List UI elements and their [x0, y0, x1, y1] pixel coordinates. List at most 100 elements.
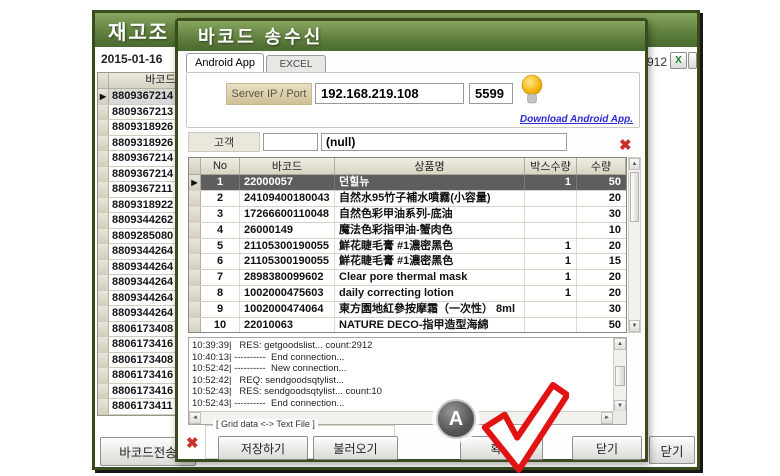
cell-qty: 50: [608, 176, 621, 188]
scroll-right-icon[interactable]: ►: [601, 412, 613, 424]
product-grid-header: No 바코드 상품명 박스수량 수량: [189, 158, 626, 175]
download-android-app-link[interactable]: Download Android App.: [520, 114, 633, 125]
inventory-window-title: 재고조: [108, 21, 170, 44]
scrollbar-corner: [613, 411, 626, 424]
tab-excel[interactable]: EXCEL: [266, 55, 326, 72]
cell-qty: 15: [608, 255, 621, 268]
cell-qty: 20: [608, 191, 621, 204]
cell-box-qty: [525, 190, 577, 206]
column-header-barcode: 바코드: [240, 158, 335, 174]
product-row[interactable]: 10 22010063 NATURE DECO-指甲造型海綿 50: [189, 318, 626, 332]
cell-barcode: 26000149: [240, 222, 335, 238]
cell-barcode: 17266600110048: [240, 206, 335, 222]
cell-barcode: 2898380099602: [240, 270, 335, 286]
product-row[interactable]: 3 17266600110048 自然色彩甲油系列-底油 30: [189, 206, 626, 223]
row-selector-cell: [98, 104, 109, 119]
server-ip-port-label: Server IP / Port: [226, 83, 312, 105]
grid-data-file-group-label: [ Grid data <-> Text File ]: [213, 419, 318, 429]
product-grid-scrollbar[interactable]: ▲ ▼: [628, 157, 641, 333]
log-vertical-scrollbar[interactable]: ▲ ▼: [613, 338, 626, 412]
row-selector-cell: [98, 383, 109, 398]
row-selector-cell: [98, 337, 109, 352]
cell-qty: 20: [608, 271, 621, 284]
dialog-title: 바코드 송수신: [198, 27, 324, 47]
scroll-down-icon[interactable]: ▼: [629, 320, 640, 332]
row-selector-cell: [98, 213, 109, 228]
cell-qty: 30: [608, 303, 621, 316]
customer-code-input[interactable]: [263, 133, 318, 151]
row-selector-cell: [98, 275, 109, 290]
server-ip-input[interactable]: [315, 83, 464, 104]
cell-no: 7: [201, 270, 240, 286]
cell-barcode: 21105300190055: [240, 238, 335, 254]
server-settings-group: Server IP / Port Download Android App.: [186, 72, 640, 128]
row-selector-header-cell: [98, 73, 109, 88]
cell-barcode: 22000057: [240, 175, 335, 190]
cell-product-name: 鮮花睫毛膏 #1濃密黑色: [335, 238, 525, 254]
cell-box-qty: [525, 222, 577, 238]
product-row[interactable]: 7 2898380099602 Clear pore thermal mask 1 20: [189, 270, 626, 287]
cell-box-qty: [525, 302, 577, 318]
row-selector-cell: [189, 270, 201, 286]
customer-name-input[interactable]: [321, 133, 567, 151]
row-selector-cell: [98, 151, 109, 166]
product-row[interactable]: 9 1002000474064 東方園地紅參按摩霜（一次性） 8ml 30: [189, 302, 626, 319]
cell-barcode: 22010063: [240, 318, 335, 332]
customer-label: 고객: [188, 132, 260, 152]
cell-qty: 30: [608, 207, 621, 220]
scrollbar-thumb[interactable]: [615, 366, 625, 386]
row-selector-cell: [189, 286, 201, 302]
row-selector-cell: [98, 135, 109, 150]
product-row[interactable]: ▶ 1 22000057 던힐뉴 1 50: [189, 175, 626, 191]
scroll-left-icon[interactable]: ◄: [189, 412, 201, 424]
cell-no: 10: [201, 318, 240, 332]
product-row[interactable]: 2 24109400180043 自然水95竹子補水噴霧(小容量) 20: [189, 190, 626, 207]
load-button[interactable]: 불러오기: [313, 436, 398, 460]
cell-product-name: 東方園地紅參按摩霜（一次性） 8ml: [335, 302, 525, 318]
cell-box-qty: 1: [525, 270, 577, 286]
cell-product-name: 던힐뉴: [335, 175, 525, 190]
tab-android-app[interactable]: Android App: [186, 53, 264, 72]
cell-no: 1: [201, 175, 240, 190]
clear-file-icon[interactable]: ✖: [186, 436, 199, 451]
row-selector-cell: [98, 244, 109, 259]
cell-barcode: 24109400180043: [240, 190, 335, 206]
dialog-titlebar[interactable]: 바코드 송수신: [178, 21, 645, 51]
cell-box-qty: [525, 318, 577, 332]
dialog-content: Android App EXCEL Server IP / Port Downl…: [178, 51, 645, 460]
inventory-close-button[interactable]: 닫기: [649, 436, 695, 464]
inventory-date-label: 2015-01-16: [101, 52, 163, 66]
barcode-transfer-dialog: 바코드 송수신 Android App EXCEL Server IP / Po…: [175, 18, 648, 462]
clear-grid-icon[interactable]: ✖: [619, 138, 632, 153]
cell-qty: 50: [608, 319, 621, 332]
scroll-up-icon[interactable]: ▲: [629, 158, 640, 170]
product-row[interactable]: 6 21105300190055 鮮花睫毛膏 #1濃密黑色 1 15: [189, 254, 626, 271]
row-selector-cell: [98, 166, 109, 181]
row-selector-cell: [189, 302, 201, 318]
save-button[interactable]: 저장하기: [218, 436, 308, 460]
cell-no: 2: [201, 190, 240, 206]
server-port-input[interactable]: [469, 83, 513, 104]
row-selector-cell: [98, 120, 109, 135]
scroll-up-icon[interactable]: ▲: [614, 338, 626, 350]
product-row[interactable]: 4 26000149 魔法色彩指甲油-蟹肉色 10: [189, 222, 626, 239]
log-line: 10:39:39| RES: getgoodslist... count:291…: [192, 340, 373, 351]
cell-no: 4: [201, 222, 240, 238]
excel-export-icon[interactable]: X: [670, 52, 687, 69]
dialog-close-button[interactable]: 닫기: [572, 436, 642, 460]
product-row[interactable]: 5 21105300190055 鮮花睫毛膏 #1濃密黑色 1 20: [189, 238, 626, 255]
row-selector-cell: [98, 290, 109, 305]
row-selector-cell: ▶: [98, 89, 109, 104]
column-header-selector: [189, 158, 201, 174]
product-grid: No 바코드 상품명 박스수량 수량 ▶ 1 22000057 던힐뉴 1 50 2 24109400…: [188, 157, 627, 333]
cell-product-name: Clear pore thermal mask: [335, 270, 525, 286]
product-row[interactable]: 8 1002000475603 daily correcting lotion 1 20: [189, 286, 626, 303]
cell-box-qty: 1: [525, 175, 577, 190]
column-header-box: 박스수량: [525, 158, 577, 174]
row-selector-cell: [98, 259, 109, 274]
scrollbar-thumb[interactable]: [630, 172, 639, 222]
cell-no: 3: [201, 206, 240, 222]
partial-toolbar-button[interactable]: [688, 52, 697, 69]
row-selector-cell: [98, 321, 109, 336]
cell-product-name: 自然色彩甲油系列-底油: [335, 206, 525, 222]
